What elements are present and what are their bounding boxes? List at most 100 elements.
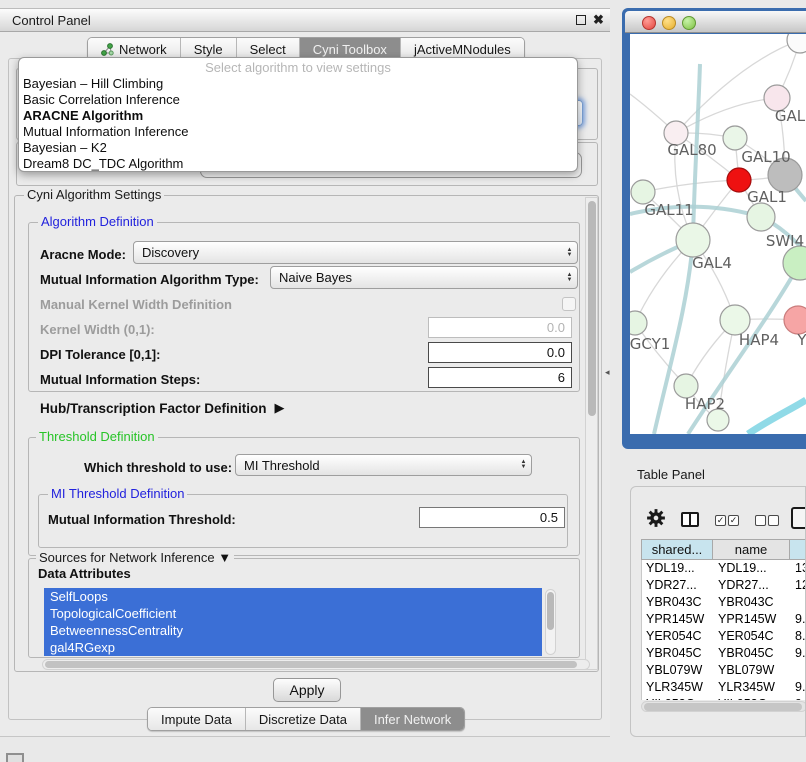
table-cell: YIL052C (642, 696, 714, 700)
network-window-titlebar[interactable] (625, 11, 806, 33)
table-cell: YDL19... (714, 560, 791, 577)
algorithm-option-aracne-algorithm[interactable]: ARACNE Algorithm (19, 108, 577, 124)
splitter-collapse-arrow-icon[interactable]: ◂ (605, 367, 610, 378)
settings-horizontal-scrollbar[interactable] (42, 659, 590, 670)
table-cell: 13 (791, 560, 806, 577)
settings-vertical-scrollbar-thumb[interactable] (588, 201, 596, 416)
network-view-window: GALGAL80GAL10GAL1GAL11SWI4GAL4GCY1HAP4YH… (622, 8, 806, 449)
zoom-traffic-light-icon[interactable] (682, 16, 696, 30)
network-node-label: GAL1 (747, 188, 787, 206)
deselect-all-checkbox-icon[interactable] (768, 515, 779, 526)
column-header-shared-[interactable]: shared... (641, 539, 713, 560)
table-panel-window: ✓ ✓ shared...name YDL19...YDL19...13YDR2… (630, 486, 806, 737)
table-horizontal-scrollbar-thumb[interactable] (644, 703, 802, 711)
algorithm-option-basic-correlation-inference[interactable]: Basic Correlation Inference (19, 92, 577, 108)
show-columns-icon[interactable] (681, 512, 699, 527)
hub-definition-label: Hub/Transcription Factor Definition (40, 401, 267, 416)
table-cell: YDR27... (714, 577, 791, 594)
table-cell: YPR145W (714, 611, 791, 628)
algorithm-option-dream8-dc-tdc-algorithm[interactable]: Dream8 DC_TDC Algorithm (19, 156, 577, 172)
algorithm-option-bayesian-k2[interactable]: Bayesian – K2 (19, 140, 577, 156)
attributes-scrollbar-thumb[interactable] (547, 592, 554, 630)
algorithm-dropdown-placeholder: Select algorithm to view settings (19, 60, 577, 76)
deselect-all-checkbox-icon[interactable] (755, 515, 766, 526)
tab-infer-network[interactable]: Infer Network (361, 708, 464, 730)
network-node[interactable] (723, 126, 747, 150)
table-cell: YBL079W (714, 662, 791, 679)
network-node[interactable] (747, 203, 775, 231)
table-cell: 8. (791, 628, 806, 645)
table-row[interactable]: YER054CYER054C8. (642, 628, 806, 645)
hub-definition-expander[interactable]: Hub/Transcription Factor Definition ▶ (40, 400, 285, 416)
which-threshold-combobox[interactable]: MI Threshold ▲▼ (235, 454, 532, 476)
attribute-item-selfloops[interactable]: SelfLoops (44, 588, 542, 605)
aracne-mode-combobox[interactable]: Discovery ▲▼ (133, 241, 578, 264)
table-row[interactable]: YIL052CYIL052C9. (642, 696, 806, 700)
tab-discretize-data[interactable]: Discretize Data (246, 708, 361, 730)
network-node[interactable] (676, 223, 710, 257)
column-header-col3[interactable] (790, 539, 806, 560)
mi-threshold-legend: MI Threshold Definition (48, 487, 187, 501)
settings-horizontal-scrollbar-thumb[interactable] (45, 661, 577, 668)
network-node[interactable] (784, 306, 806, 334)
table-row[interactable]: YBR045CYBR045C9. (642, 645, 806, 662)
attribute-item-betweennesscentrality[interactable]: BetweennessCentrality (44, 622, 542, 639)
attribute-item-topologicalcoefficient[interactable]: TopologicalCoefficient (44, 605, 542, 622)
table-cell: 12 (791, 577, 806, 594)
mi-threshold-label: Mutual Information Threshold: (48, 512, 236, 527)
apply-button[interactable]: Apply (273, 678, 341, 702)
dpi-tolerance-field[interactable]: 0.0 (428, 342, 572, 363)
table-header-row: shared...name (641, 539, 806, 560)
close-window-icon[interactable]: ✖ (593, 13, 604, 26)
float-window-icon[interactable] (576, 15, 586, 25)
table-cell (791, 662, 806, 679)
combo-stepper-icon: ▲▼ (516, 455, 531, 475)
kernel-width-field[interactable]: 0.0 (428, 317, 572, 338)
table-rows: YDL19...YDL19...13YDR27...YDR27...12YBR0… (641, 560, 806, 700)
algorithm-option-mutual-information-inference[interactable]: Mutual Information Inference (19, 124, 577, 140)
attribute-item-gal4rgexp[interactable]: gal4RGexp (44, 639, 542, 656)
control-panel-title: Control Panel (12, 13, 91, 28)
tab-label: Network (119, 42, 167, 57)
which-threshold-value: MI Threshold (244, 458, 320, 473)
mi-type-combobox[interactable]: Naive Bayes ▲▼ (270, 266, 578, 289)
which-threshold-label: Which threshold to use: (84, 460, 232, 475)
network-edge (676, 98, 777, 133)
tab-impute-data[interactable]: Impute Data (148, 708, 246, 730)
table-cell: YIL052C (714, 696, 791, 700)
collapse-down-arrow-icon[interactable]: ▼ (218, 550, 231, 565)
table-cell: 9. (791, 696, 806, 700)
table-row[interactable]: YLR345WYLR345W9. (642, 679, 806, 696)
network-node[interactable] (787, 34, 806, 53)
select-all-checkbox-icon[interactable]: ✓ (728, 515, 739, 526)
table-row[interactable]: YDL19...YDL19...13 (642, 560, 806, 577)
table-cell: YBR045C (714, 645, 791, 662)
mi-steps-label: Mutual Information Steps: (40, 372, 200, 387)
algorithm-option-bayesian-hill-climbing[interactable]: Bayesian – Hill Climbing (19, 76, 577, 92)
export-table-icon[interactable] (791, 507, 806, 529)
mi-steps-field[interactable]: 6 (428, 367, 572, 388)
network-node[interactable] (783, 246, 806, 280)
attributes-scrollbar[interactable] (545, 589, 556, 655)
network-node[interactable] (630, 311, 647, 335)
table-row[interactable]: YPR145WYPR145W9. (642, 611, 806, 628)
minimized-panel-icon[interactable] (6, 753, 24, 762)
network-canvas[interactable]: GALGAL80GAL10GAL1GAL11SWI4GAL4GCY1HAP4YH… (630, 34, 806, 434)
table-row[interactable]: YBR043CYBR043C (642, 594, 806, 611)
select-all-checkbox-icon[interactable]: ✓ (715, 515, 726, 526)
column-header-name[interactable]: name (713, 539, 790, 560)
table-row[interactable]: YDR27...YDR27...12 (642, 577, 806, 594)
network-icon (101, 43, 114, 56)
settings-vertical-scrollbar[interactable] (585, 197, 598, 670)
mi-threshold-field[interactable]: 0.5 (419, 507, 565, 528)
table-horizontal-scrollbar[interactable] (641, 701, 806, 712)
minimize-traffic-light-icon[interactable] (662, 16, 676, 30)
table-cell: YPR145W (642, 611, 714, 628)
kernel-width-label: Kernel Width (0,1): (40, 322, 155, 337)
manual-kernel-checkbox[interactable] (562, 297, 576, 311)
close-traffic-light-icon[interactable] (642, 16, 656, 30)
data-attributes-list: SelfLoopsTopologicalCoefficientBetweenne… (44, 588, 542, 656)
cyni-algorithm-settings-legend: Cyni Algorithm Settings (24, 188, 164, 202)
table-row[interactable]: YBL079WYBL079W (642, 662, 806, 679)
table-settings-gear-icon[interactable] (646, 508, 666, 528)
